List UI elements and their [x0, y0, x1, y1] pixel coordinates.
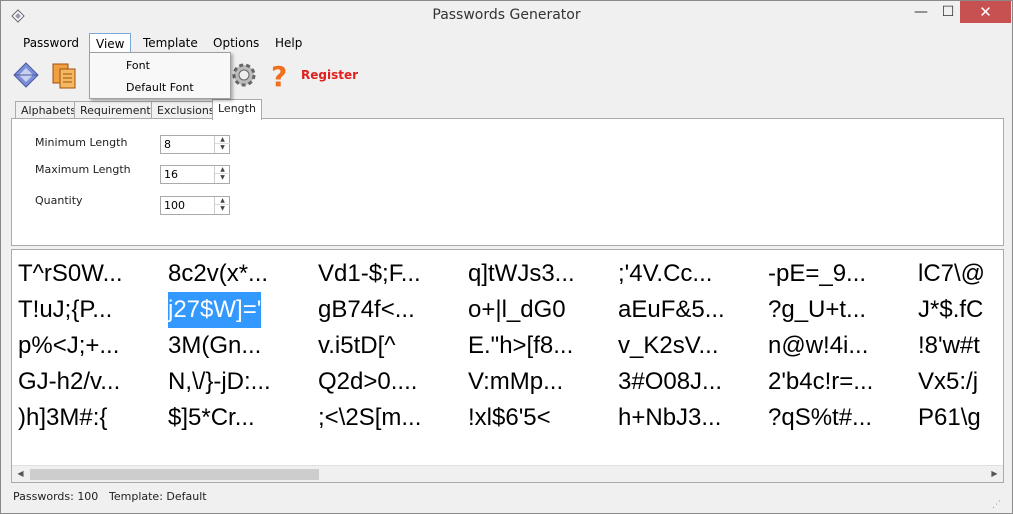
password-cell[interactable]: q]tWJs3...: [468, 256, 575, 292]
generate-icon[interactable]: [11, 60, 41, 90]
spin-buttons: ▲ ▼: [214, 166, 230, 183]
resize-grip-icon[interactable]: ⋰: [992, 495, 1002, 510]
spin-buttons: ▲ ▼: [214, 197, 230, 214]
password-cell[interactable]: T!uJ;{P...: [18, 292, 112, 328]
password-cell[interactable]: ;'4V.Cc...: [618, 256, 712, 292]
password-cell[interactable]: v.i5tD[^: [318, 328, 396, 364]
password-cell[interactable]: )h]3M#:{: [18, 400, 107, 436]
help-question-icon[interactable]: ?: [263, 60, 293, 90]
password-cell[interactable]: ?qS%t#...: [768, 400, 872, 436]
maximum-length-label: Maximum Length: [35, 163, 131, 176]
tab-requirements[interactable]: Requirements: [74, 101, 163, 119]
password-cell[interactable]: ?g_U+t...: [768, 292, 866, 328]
length-tab-panel: Minimum Length 8 ▲ ▼ Maximum Length 16 ▲…: [11, 118, 1004, 246]
minimize-button[interactable]: —: [906, 1, 936, 23]
password-cell[interactable]: Vd1-$;F...: [318, 256, 421, 292]
settings-gear-icon[interactable]: [229, 60, 259, 90]
password-cell[interactable]: !8'w#t: [918, 328, 980, 364]
password-cell[interactable]: j27$W]=': [168, 292, 262, 328]
password-cell[interactable]: $]5*Cr...: [168, 400, 255, 436]
menu-options[interactable]: Options: [207, 33, 265, 53]
spin-buttons: ▲ ▼: [214, 136, 230, 153]
password-cell[interactable]: GJ-h2/v...: [18, 364, 120, 400]
app-window: Passwords Generator — ☐ ✕ Password View …: [0, 0, 1013, 514]
copy-icon[interactable]: [49, 60, 79, 90]
spin-up-icon[interactable]: ▲: [215, 197, 230, 205]
menu-password[interactable]: Password: [17, 33, 85, 53]
spin-down-icon[interactable]: ▼: [215, 144, 230, 152]
quantity-label: Quantity: [35, 194, 83, 207]
view-dropdown-menu: Font Default Font: [89, 52, 231, 99]
password-cell[interactable]: N,\/}-jD:...: [168, 364, 271, 400]
menu-bar: Password View Template Options Help: [11, 33, 1004, 53]
password-cell[interactable]: J*$.fC: [918, 292, 983, 328]
password-cell[interactable]: n@w!4i...: [768, 328, 868, 364]
tab-alphabets[interactable]: Alphabets: [15, 101, 83, 119]
password-cell[interactable]: Vx5:/j: [918, 364, 978, 400]
minimum-length-spinner[interactable]: 8 ▲ ▼: [160, 135, 230, 154]
password-cell[interactable]: P61\g: [918, 400, 981, 436]
quantity-value[interactable]: 100: [164, 199, 185, 212]
window-title: Passwords Generator: [432, 7, 581, 23]
password-cell[interactable]: aEuF&5...: [618, 292, 725, 328]
password-cell[interactable]: h+NbJ3...: [618, 400, 721, 436]
menu-view[interactable]: View: [89, 33, 132, 53]
spin-up-icon[interactable]: ▲: [215, 136, 230, 144]
password-cell[interactable]: lC7\@: [918, 256, 985, 292]
minimum-length-label: Minimum Length: [35, 136, 128, 149]
maximum-length-value[interactable]: 16: [164, 168, 178, 181]
status-passwords-count: Passwords: 100: [13, 490, 99, 503]
password-cell[interactable]: V:mMp...: [468, 364, 563, 400]
maximize-button[interactable]: ☐: [933, 1, 963, 23]
password-cell[interactable]: -pE=_9...: [768, 256, 866, 292]
maximum-length-spinner[interactable]: 16 ▲ ▼: [160, 165, 230, 184]
password-cell[interactable]: p%<J;+...: [18, 328, 119, 364]
password-cell[interactable]: T^rS0W...: [18, 256, 123, 292]
menu-template[interactable]: Template: [137, 33, 204, 53]
password-cell[interactable]: ;<\2S[m...: [318, 400, 421, 436]
title-bar[interactable]: Passwords Generator — ☐ ✕: [1, 1, 1012, 31]
password-cell[interactable]: gB74f<...: [318, 292, 415, 328]
minimum-length-value[interactable]: 8: [164, 138, 171, 151]
spin-down-icon[interactable]: ▼: [215, 205, 230, 213]
svg-text:?: ?: [271, 60, 287, 90]
tab-length[interactable]: Length: [212, 99, 262, 120]
spin-up-icon[interactable]: ▲: [215, 166, 230, 174]
password-cell[interactable]: 3#O08J...: [618, 364, 722, 400]
scrollbar-thumb[interactable]: [30, 469, 319, 480]
status-template: Template: Default: [109, 490, 207, 503]
password-cell[interactable]: 8c2v(x*...: [168, 256, 268, 292]
spin-down-icon[interactable]: ▼: [215, 174, 230, 182]
quantity-spinner[interactable]: 100 ▲ ▼: [160, 196, 230, 215]
password-cell[interactable]: !xl$6'5<: [468, 400, 551, 436]
menu-item-font[interactable]: Font: [126, 59, 150, 72]
scroll-left-icon[interactable]: ◀: [12, 466, 29, 482]
menu-item-default-font[interactable]: Default Font: [126, 81, 194, 94]
scroll-right-icon[interactable]: ▶: [986, 466, 1003, 482]
close-button[interactable]: ✕: [960, 1, 1011, 23]
password-cell[interactable]: E."h>[f8...: [468, 328, 573, 364]
register-link[interactable]: Register: [301, 68, 358, 82]
password-cell[interactable]: v_K2sV...: [618, 328, 719, 364]
status-bar: Passwords: 100 Template: Default ⋰: [11, 487, 1004, 510]
password-cell[interactable]: 3M(Gn...: [168, 328, 261, 364]
password-cell[interactable]: 2'b4c!r=...: [768, 364, 873, 400]
horizontal-scrollbar[interactable]: ◀ ▶: [12, 465, 1003, 482]
passwords-list[interactable]: T^rS0W... 8c2v(x*... Vd1-$;F... q]tWJs3...;…: [11, 249, 1004, 483]
menu-help[interactable]: Help: [269, 33, 308, 53]
tab-exclusions[interactable]: Exclusions: [151, 101, 221, 119]
password-cell[interactable]: Q2d>0....: [318, 364, 417, 400]
password-cell[interactable]: o+|l_dG0: [468, 292, 566, 328]
